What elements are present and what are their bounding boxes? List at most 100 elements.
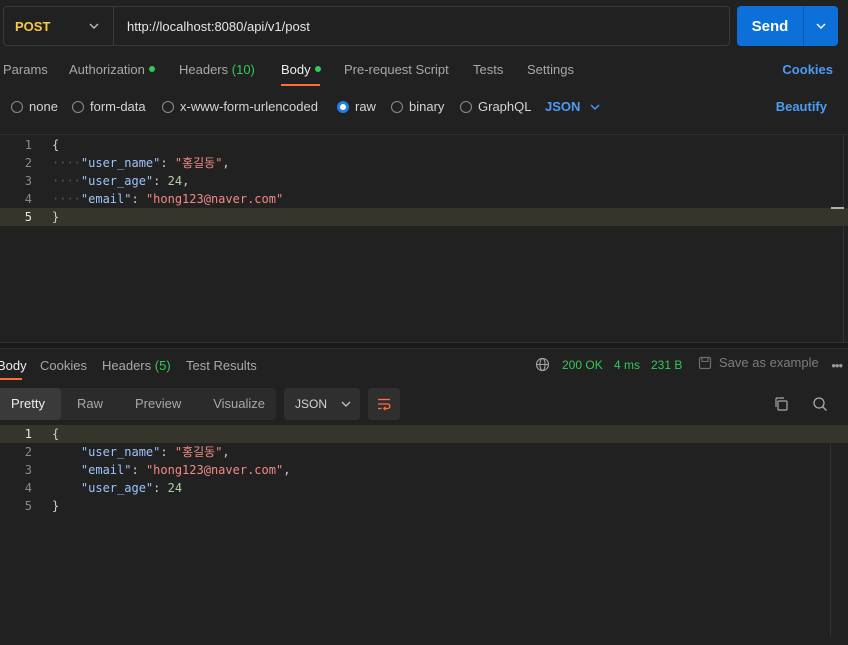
body-format-select[interactable]: JSON: [545, 99, 600, 114]
save-icon: [698, 356, 712, 369]
radio-circle: [162, 100, 174, 113]
radio-graphql-label: GraphQL: [478, 99, 532, 114]
code-line: 5}: [0, 497, 848, 515]
tab-test-results[interactable]: Test Results: [186, 358, 257, 373]
json-key: "email": [80, 463, 132, 477]
chevron-down-icon: [89, 23, 99, 29]
radio-urlencoded-label: x-www-form-urlencoded: [180, 99, 318, 114]
code-line-active: 5}: [0, 208, 848, 226]
code-line: 3 "email": "hong123@naver.com",: [0, 461, 848, 479]
code-line: 2 ····"user_name": "홍길동",: [0, 154, 848, 172]
view-raw[interactable]: Raw: [61, 388, 119, 420]
tab-pre-request-script[interactable]: Pre-request Script: [344, 62, 449, 77]
send-button-group: Send: [737, 6, 838, 46]
response-headers-count: (5): [154, 358, 171, 373]
line-number: 5: [24, 499, 32, 513]
response-format-label: JSON: [295, 397, 328, 411]
request-tabs: Params Authorization Headers (10) Body P…: [0, 54, 848, 86]
request-body-editor[interactable]: 1 { 2 ····"user_name": "홍길동", 3 ····"user_a…: [0, 134, 848, 342]
radio-binary-label: binary: [409, 99, 445, 114]
radio-circle-selected: [337, 100, 349, 113]
json-key: "user_name": [80, 445, 161, 459]
chevron-down-icon: [341, 401, 351, 407]
json-key: "user_age": [80, 481, 154, 495]
body-type-row: none form-data x-www-form-urlencoded raw…: [0, 92, 848, 120]
method-label: POST: [15, 18, 51, 34]
search-icon[interactable]: [812, 396, 828, 412]
editor-scrollbar[interactable]: [843, 135, 844, 342]
viewer-scrollbar[interactable]: [830, 425, 831, 637]
line-number: 2: [24, 445, 32, 459]
copy-icon[interactable]: [773, 396, 789, 412]
radio-raw[interactable]: raw: [337, 99, 376, 114]
json-key: "user_age": [80, 174, 154, 188]
chevron-down-icon: [590, 104, 600, 110]
code-line: 3 ····"user_age": 24,: [0, 172, 848, 190]
view-visualize[interactable]: Visualize: [197, 388, 281, 420]
json-value: "홍길동": [174, 156, 223, 170]
tab-response-cookies[interactable]: Cookies: [40, 358, 87, 373]
tab-headers-label: Headers: [179, 62, 229, 77]
radio-raw-label: raw: [355, 99, 376, 114]
code-text: ····"email": "hong123@naver.com": [52, 192, 284, 206]
save-as-example-button[interactable]: Save as example: [698, 355, 819, 370]
wrap-lines-button[interactable]: [368, 388, 400, 420]
radio-binary[interactable]: binary: [391, 99, 444, 114]
radio-circle: [72, 100, 84, 113]
response-time[interactable]: 4 ms: [614, 358, 640, 372]
response-view-tabs: Pretty Raw Preview Visualize: [0, 388, 276, 420]
beautify-button[interactable]: Beautify: [776, 99, 827, 114]
json-value: "hong123@naver.com": [145, 463, 284, 477]
status-code[interactable]: 200 OK: [562, 358, 603, 372]
more-options-icon[interactable]: •••: [831, 358, 843, 373]
url-input[interactable]: http://localhost:8080/api/v1/post: [114, 19, 310, 34]
code-text: }: [52, 499, 60, 513]
pane-resize-handle[interactable]: [0, 342, 848, 349]
method-select[interactable]: POST: [4, 7, 114, 45]
json-value: "홍길동": [174, 445, 223, 459]
code-text: "email": "hong123@naver.com",: [80, 463, 291, 477]
radio-none-label: none: [29, 99, 58, 114]
response-body-viewer[interactable]: 1{ 2 "user_name": "홍길동", 3 "email": "hon…: [0, 425, 848, 637]
tab-response-headers[interactable]: Headers (5): [102, 358, 171, 373]
code-text: {: [52, 427, 60, 441]
tab-authorization-label: Authorization: [69, 62, 145, 77]
tab-response-body[interactable]: Body: [0, 358, 27, 373]
radio-graphql[interactable]: GraphQL: [460, 99, 531, 114]
code-line-active: 1{: [0, 425, 848, 443]
response-size[interactable]: 231 B: [651, 358, 682, 372]
json-key: "email": [80, 192, 132, 206]
radio-circle: [460, 100, 472, 113]
tab-authorization[interactable]: Authorization: [69, 62, 155, 77]
code-text: ····"user_age": 24,: [52, 174, 190, 188]
headers-count: (10): [231, 62, 255, 77]
json-value: 24: [167, 174, 183, 188]
radio-urlencoded[interactable]: x-www-form-urlencoded: [162, 99, 318, 114]
view-preview[interactable]: Preview: [119, 388, 197, 420]
response-format-select[interactable]: JSON: [284, 388, 360, 420]
tab-params[interactable]: Params: [3, 62, 48, 77]
tab-response-headers-label: Headers: [102, 358, 152, 373]
line-number: 1: [24, 138, 32, 152]
code-text: "user_age": 24: [80, 481, 183, 495]
code-line: 4 ····"email": "hong123@naver.com": [0, 190, 848, 208]
save-as-example-label: Save as example: [719, 355, 819, 370]
cookies-link[interactable]: Cookies: [782, 62, 833, 77]
radio-form-data[interactable]: form-data: [72, 99, 146, 114]
globe-icon[interactable]: [535, 357, 550, 372]
tab-tests[interactable]: Tests: [473, 62, 503, 77]
send-options-button[interactable]: [804, 6, 838, 46]
send-button[interactable]: Send: [737, 6, 804, 46]
status-dot: [314, 66, 321, 72]
tab-settings[interactable]: Settings: [527, 62, 574, 77]
radio-none[interactable]: none: [11, 99, 58, 114]
tab-body[interactable]: Body: [281, 62, 321, 77]
tab-headers[interactable]: Headers (10): [179, 62, 255, 77]
status-dot: [148, 66, 155, 72]
code-text: {: [52, 138, 60, 152]
view-pretty[interactable]: Pretty: [0, 388, 61, 420]
code-text: }: [52, 210, 60, 224]
line-number: 3: [24, 463, 32, 477]
line-number: 4: [24, 481, 32, 495]
json-value: "hong123@naver.com": [145, 192, 284, 206]
